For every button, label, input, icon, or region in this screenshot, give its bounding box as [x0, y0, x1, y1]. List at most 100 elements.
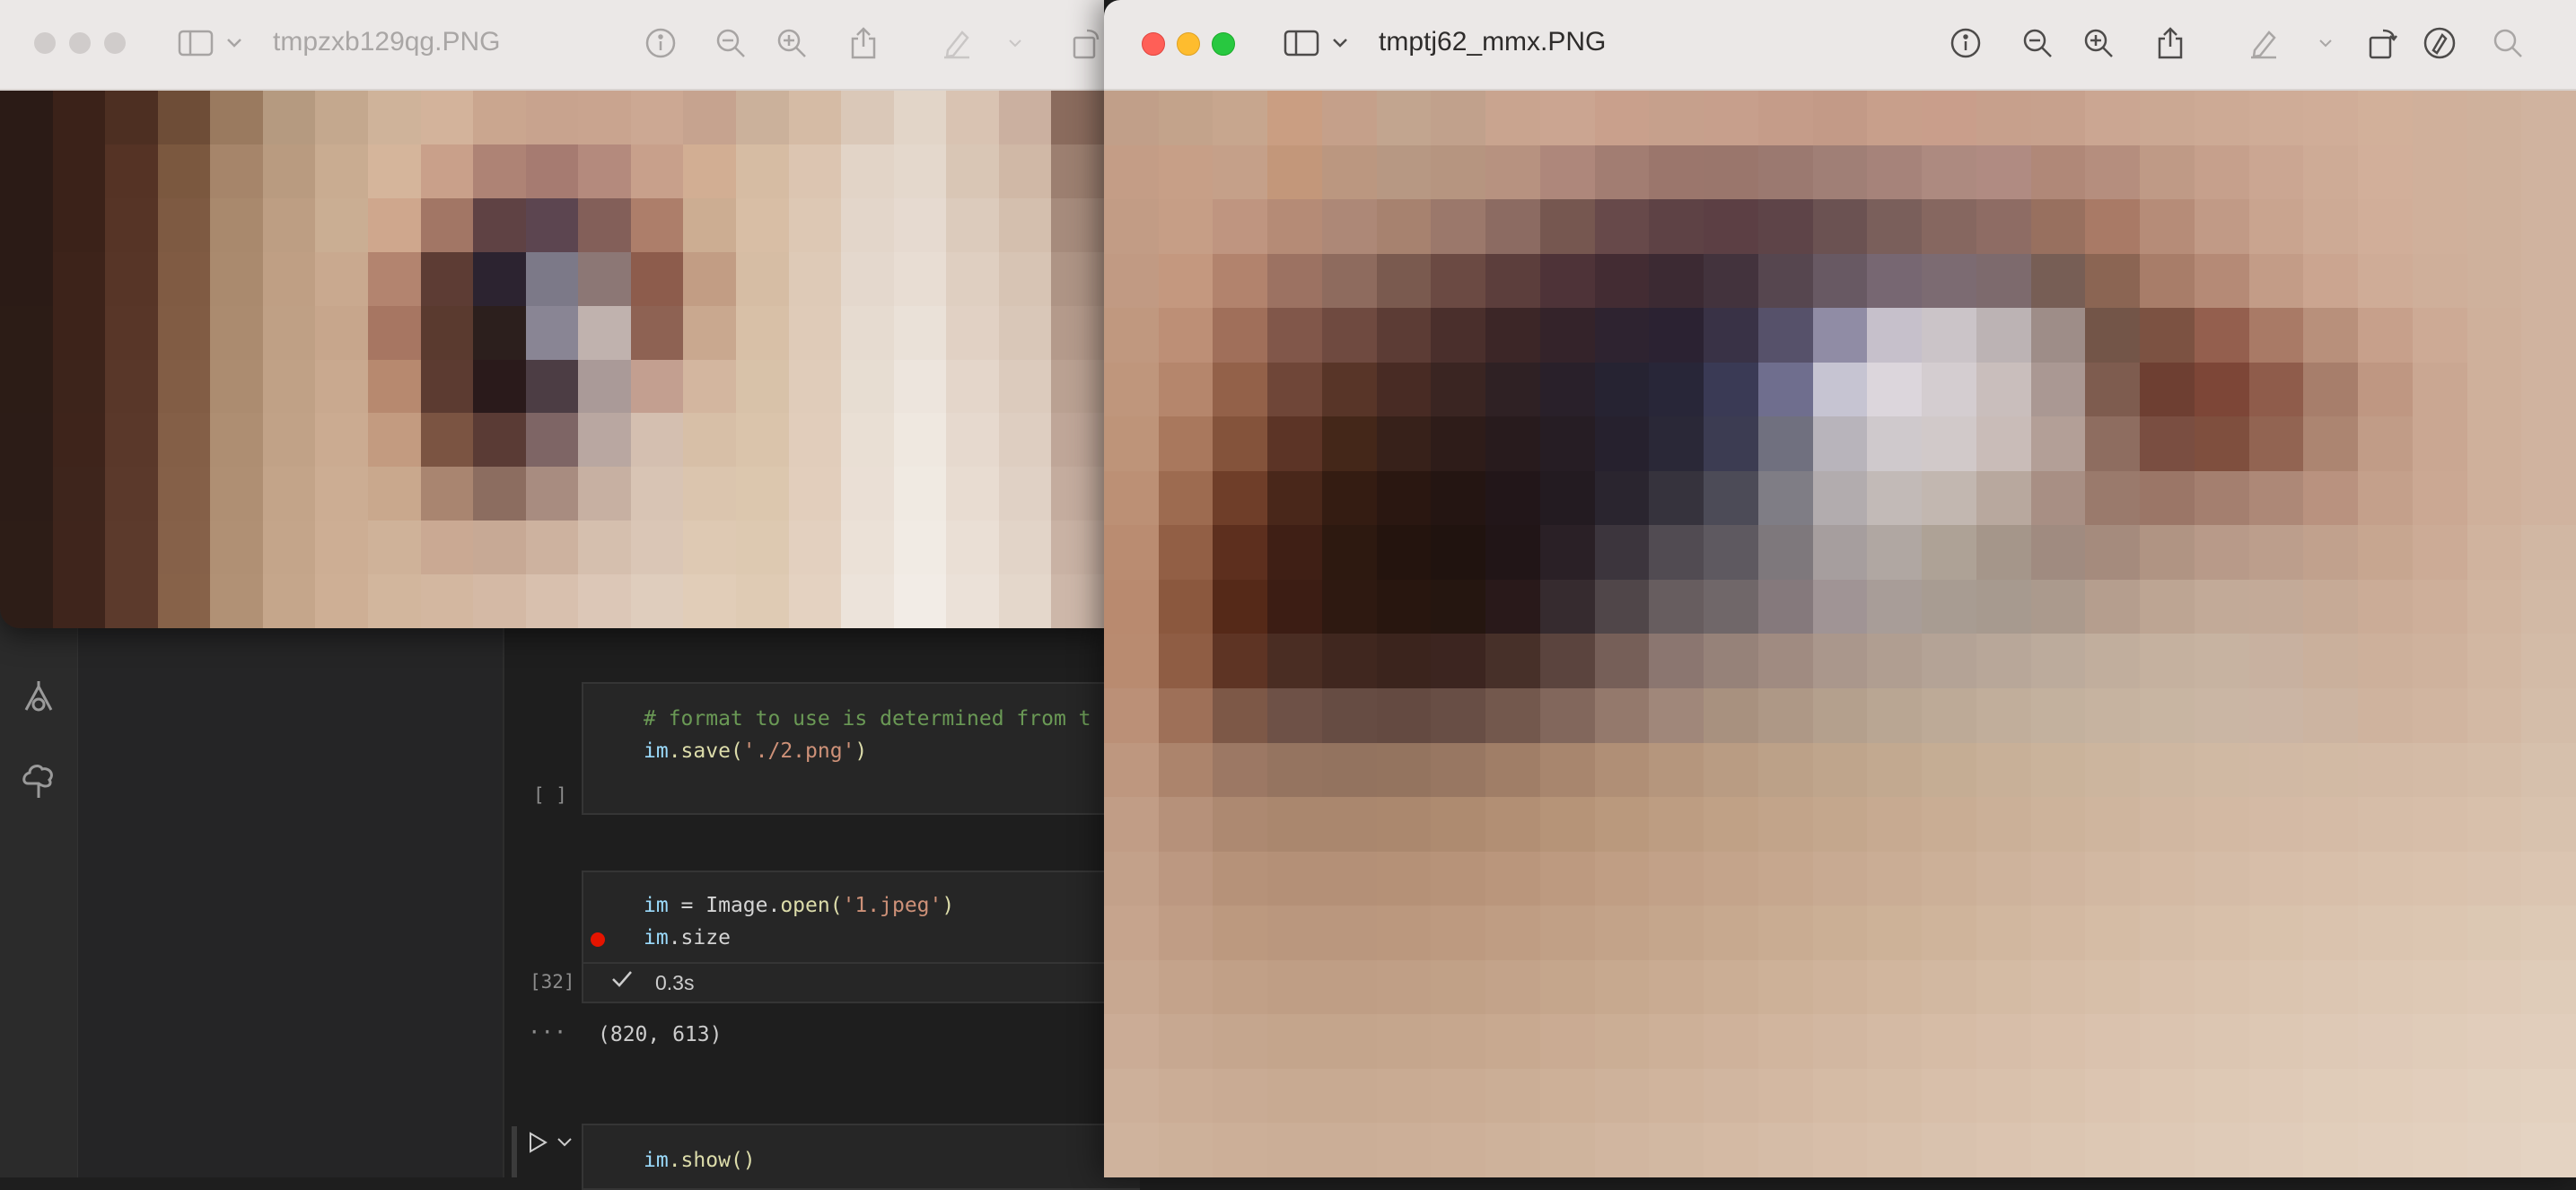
window-titlebar[interactable]: tmpzxb129qg.PNG — [0, 0, 1104, 91]
image-pixel-block — [1213, 959, 1268, 1015]
image-pixel-block — [1704, 688, 1758, 743]
preview-window-right[interactable]: tmptj62_mmx.PNG — [1104, 0, 2576, 1177]
search-icon[interactable] — [2490, 25, 2526, 61]
close-button[interactable] — [34, 32, 56, 54]
markup-pen-icon[interactable] — [939, 25, 975, 61]
info-icon[interactable] — [1948, 25, 1984, 61]
image-pixel-block — [1213, 797, 1268, 852]
image-pixel-block — [1485, 797, 1540, 852]
tree-icon[interactable] — [16, 759, 61, 804]
image-pixel-block — [1812, 308, 1868, 363]
image-pixel-block — [2030, 308, 2086, 363]
image-pixel-block — [2248, 416, 2304, 471]
image-pixel-block — [2466, 199, 2522, 254]
image-pixel-block — [1431, 362, 1486, 417]
rotate-icon[interactable] — [1068, 25, 1104, 61]
zoom-out-icon[interactable] — [2020, 25, 2055, 61]
zoom-button[interactable] — [104, 32, 126, 54]
close-button[interactable] — [1142, 32, 1165, 56]
image-pixel-block — [0, 305, 53, 360]
image-pixel-block — [2412, 144, 2467, 200]
chevron-down-icon[interactable] — [556, 1136, 573, 1153]
image-pixel-block — [157, 467, 211, 521]
image-pixel-block — [2358, 144, 2413, 200]
minimize-button[interactable] — [69, 32, 91, 54]
zoom-out-icon[interactable] — [713, 25, 749, 61]
image-pixel-block — [0, 467, 53, 521]
image-pixel-block — [2412, 1123, 2467, 1177]
image-pixel-block — [1539, 688, 1595, 743]
image-pixel-block — [946, 413, 999, 468]
image-pixel-block — [736, 91, 789, 144]
markup-pen-icon[interactable] — [2246, 25, 2282, 61]
image-pixel-block — [1922, 416, 1976, 471]
chevron-down-icon[interactable] — [1003, 25, 1027, 61]
image-pixel-block — [788, 197, 842, 252]
markup-circle-icon[interactable] — [2422, 25, 2458, 61]
sidebar-toggle-icon[interactable] — [1284, 25, 1319, 61]
image-pixel-block — [157, 521, 211, 575]
image-pixel-block — [630, 413, 684, 468]
image-pixel-block — [2140, 199, 2195, 254]
image-pixel-block — [0, 251, 53, 306]
git-branch-icon[interactable] — [16, 675, 61, 720]
image-pixel-block — [2358, 470, 2413, 526]
image-pixel-block — [315, 467, 368, 521]
minimize-button[interactable] — [1177, 32, 1200, 56]
image-pixel-block — [1704, 470, 1758, 526]
image-pixel-block — [2303, 308, 2359, 363]
zoom-in-icon[interactable] — [774, 25, 810, 61]
breakpoint-dot[interactable] — [591, 932, 605, 947]
image-pixel-block — [1594, 688, 1650, 743]
image-pixel-block — [2521, 416, 2576, 471]
notebook-cell[interactable]: im = Image.open('1.jpeg') im.size 0.3s — [582, 871, 1140, 1003]
image-pixel-block — [1649, 91, 1704, 145]
chevron-down-icon[interactable] — [1327, 25, 1354, 61]
image-pixel-block — [2030, 1068, 2086, 1124]
image-pixel-block — [1649, 742, 1704, 798]
image-pixel-block — [1051, 574, 1104, 628]
image-pixel-block — [578, 251, 631, 306]
image-pixel-block — [1158, 906, 1214, 960]
image-pixel-block — [630, 359, 684, 414]
window-titlebar[interactable]: tmptj62_mmx.PNG — [1104, 0, 2576, 91]
image-pixel-block — [1431, 797, 1486, 852]
rotate-icon[interactable] — [2364, 25, 2400, 61]
notebook-cell[interactable]: # format to use is determined from t im.… — [582, 682, 1140, 815]
image-pixel-block — [2358, 253, 2413, 309]
image-pixel-block — [683, 359, 736, 414]
preview-window-left[interactable]: tmpzxb129qg.PNG — [0, 0, 1104, 628]
image-pixel-block — [1158, 144, 1214, 200]
image-pixel-block — [2521, 1123, 2576, 1177]
zoom-button[interactable] — [1212, 32, 1235, 56]
chevron-down-icon[interactable] — [2314, 25, 2337, 61]
output-more-icon[interactable]: ··· — [528, 1019, 566, 1045]
image-pixel-block — [1976, 579, 2031, 634]
image-pixel-block — [2085, 416, 2141, 471]
image-pixel-block — [788, 91, 842, 144]
image-pixel-block — [2303, 253, 2359, 309]
image-pixel-block — [2303, 579, 2359, 634]
share-icon[interactable] — [2152, 25, 2188, 61]
image-pixel-block — [578, 197, 631, 252]
image-pixel-block — [736, 574, 789, 628]
info-icon[interactable] — [643, 25, 679, 61]
image-pixel-block — [1922, 851, 1976, 906]
image-pixel-block — [2521, 308, 2576, 363]
share-icon[interactable] — [846, 25, 881, 61]
image-pixel-block — [1051, 467, 1104, 521]
notebook-cell[interactable]: im.show() — [582, 1124, 1140, 1190]
zoom-in-icon[interactable] — [2081, 25, 2116, 61]
image-pixel-block — [2358, 199, 2413, 254]
image-pixel-block — [1594, 797, 1650, 852]
sidebar-toggle-icon[interactable] — [178, 25, 214, 61]
image-pixel-block — [1485, 470, 1540, 526]
image-pixel-block — [1757, 688, 1813, 743]
run-cell-icon[interactable] — [526, 1131, 549, 1159]
image-pixel-block — [210, 305, 263, 360]
image-pixel-block — [1431, 634, 1486, 689]
image-pixel-block — [1704, 634, 1758, 689]
image-pixel-block — [1376, 308, 1432, 363]
chevron-down-icon[interactable] — [221, 25, 248, 61]
image-pixel-block — [1376, 199, 1432, 254]
